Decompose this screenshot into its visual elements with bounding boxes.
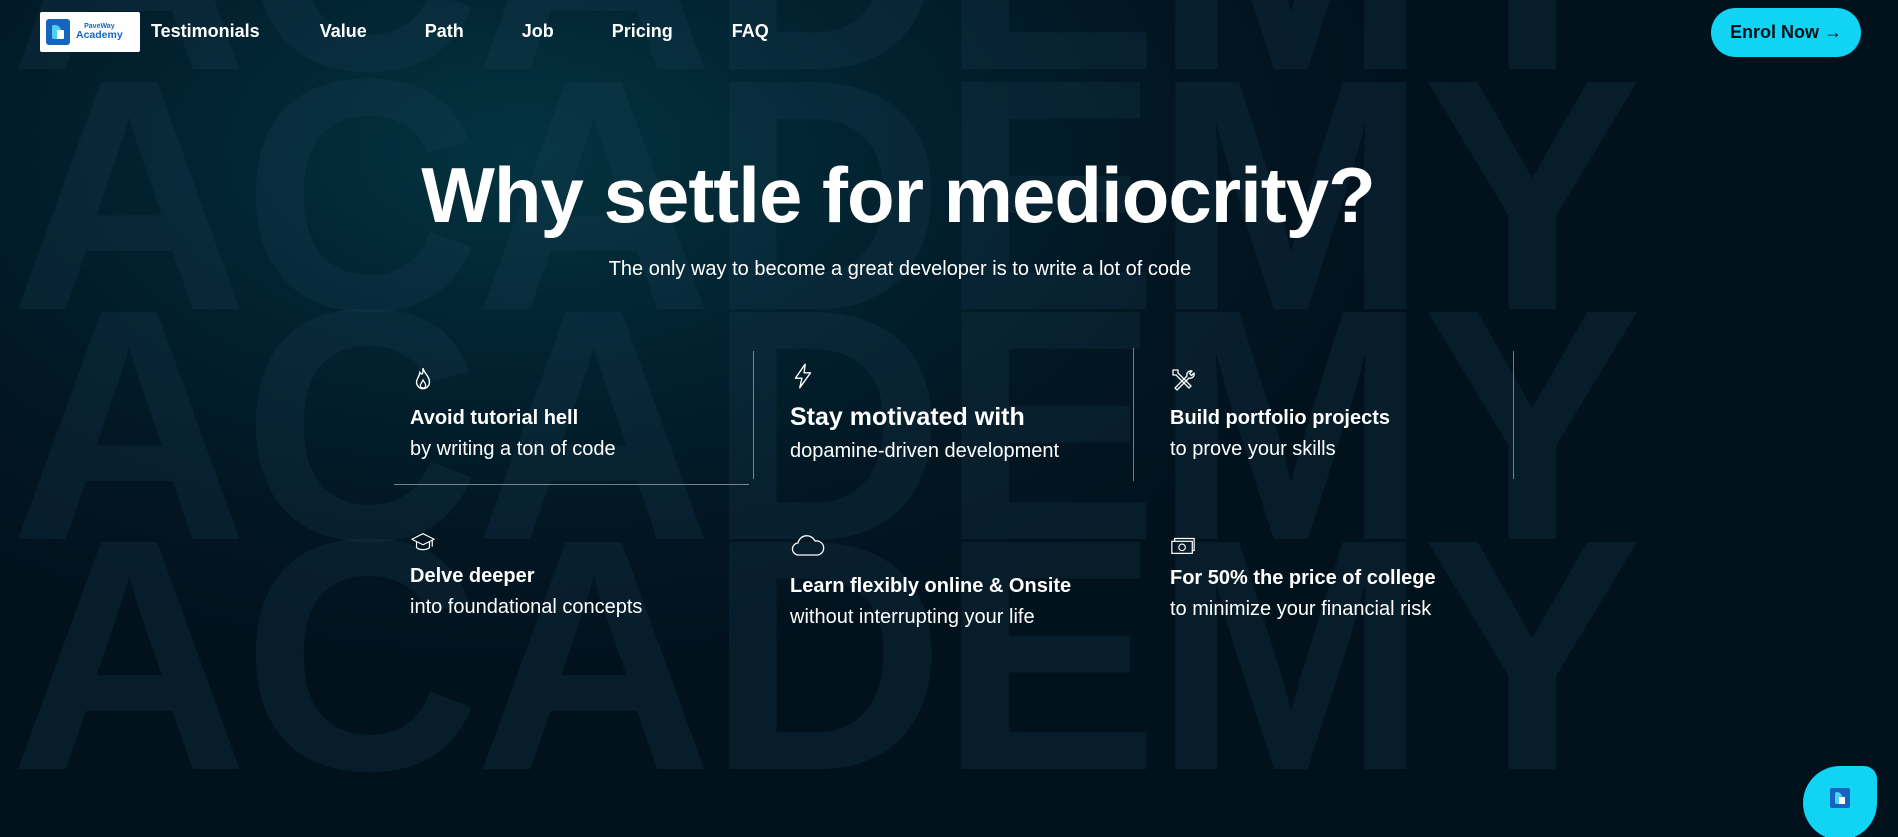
feature-description: by writing a ton of code: [410, 438, 616, 460]
nav-links: Testimonials Value Path Job Pricing FAQ: [151, 21, 829, 42]
feature-title: Delve deeper: [410, 565, 535, 587]
feature-card-delve-deeper: Delve deeper into foundational concepts: [410, 530, 642, 620]
feature-description: to prove your skills: [1170, 438, 1336, 460]
logo-mark-icon: [46, 19, 70, 45]
hero-subtitle-text: The only way to become a great developer…: [608, 258, 1192, 280]
nav-link-path[interactable]: Path: [425, 21, 464, 42]
feature-title: Build portfolio projects: [1170, 407, 1390, 429]
features-grid: Avoid tutorial hell by writing a ton of …: [394, 348, 1514, 648]
feature-title: Learn flexibly online & Onsite: [790, 575, 1072, 597]
enrol-now-button[interactable]: Enrol Now →: [1711, 8, 1861, 57]
nav-link-pricing[interactable]: Pricing: [612, 21, 673, 42]
top-navigation: PaveWay Academy Testimonials Value Path …: [0, 0, 1898, 64]
nav-link-testimonials[interactable]: Testimonials: [151, 21, 260, 42]
feature-divider: [394, 484, 749, 485]
feature-divider: [1513, 351, 1514, 479]
feature-description: into foundational concepts: [410, 596, 643, 618]
nav-link-job[interactable]: Job: [522, 21, 554, 42]
feature-title: Avoid tutorial hell: [410, 407, 579, 429]
feature-description: without interrupting your life: [790, 606, 1035, 628]
money-icon: [1171, 537, 1195, 554]
chat-widget-button[interactable]: [1803, 766, 1877, 837]
lightning-icon: [794, 363, 812, 389]
nav-link-faq[interactable]: FAQ: [732, 21, 769, 42]
tools-icon: [1172, 369, 1195, 391]
feature-title: Stay motivated with: [790, 403, 1025, 431]
hero-title-text: Why settle for mediocrity?: [421, 151, 1375, 239]
hero-title: Why settle for mediocrity?: [0, 150, 1898, 240]
flame-icon: [415, 367, 431, 390]
academy-logo[interactable]: PaveWay Academy: [40, 12, 140, 52]
logo-big-text: Academy: [76, 29, 123, 42]
feature-card-portfolio: Build portfolio projects to prove your s…: [1170, 366, 1390, 462]
feature-card-price: For 50% the price of college to minimize…: [1170, 534, 1436, 622]
feature-card-motivation: Stay motivated with dopamine-driven deve…: [790, 362, 1059, 464]
graduation-cap-icon: [411, 533, 435, 551]
feature-divider: [753, 351, 754, 479]
hero-subtitle: The only way to become a great developer…: [0, 258, 1898, 281]
feature-card-tutorial-hell: Avoid tutorial hell by writing a ton of …: [410, 366, 616, 462]
cloud-icon: [791, 535, 825, 556]
feature-description: to minimize your financial risk: [1170, 598, 1432, 620]
nav-link-value[interactable]: Value: [320, 21, 367, 42]
logo-text: PaveWay Academy: [76, 23, 123, 41]
feature-title: For 50% the price of college: [1170, 567, 1436, 589]
feature-divider: [1133, 348, 1134, 481]
feature-description: dopamine-driven development: [790, 440, 1060, 462]
chat-logo-icon: [1830, 788, 1850, 808]
feature-card-learn-flexibly: Learn flexibly online & Onsite without i…: [790, 532, 1071, 630]
